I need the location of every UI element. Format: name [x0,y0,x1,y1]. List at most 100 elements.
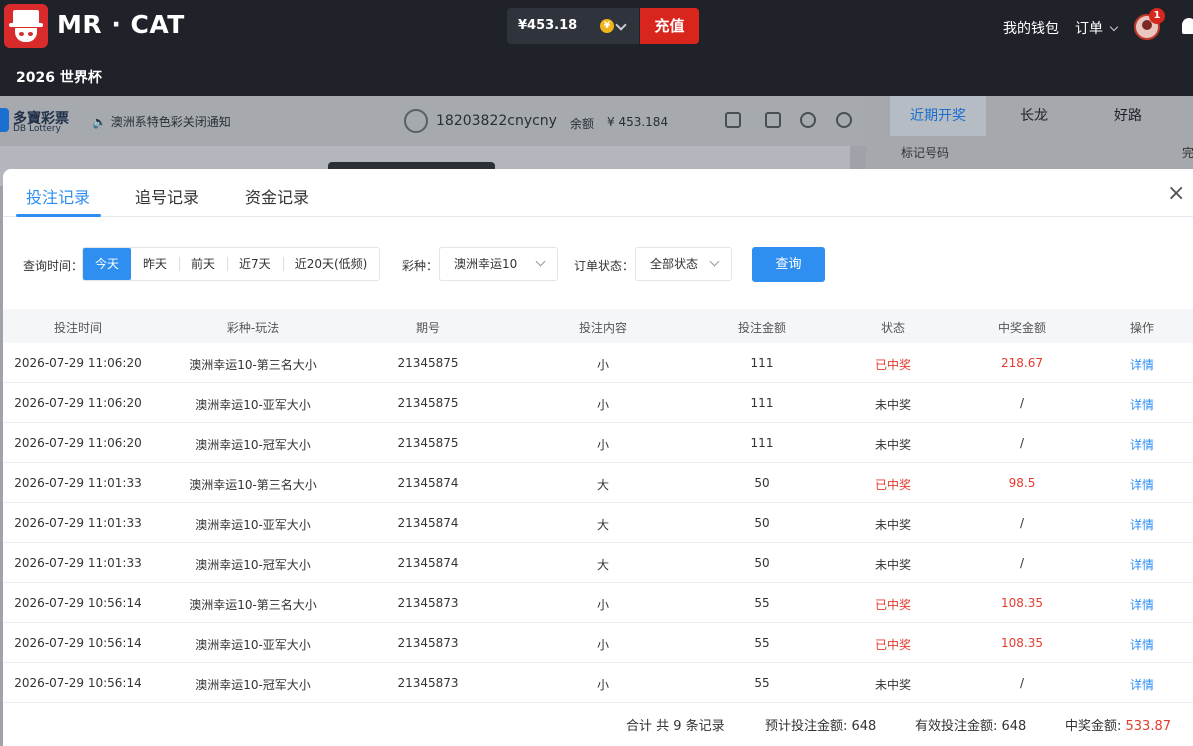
bookmark-icon[interactable] [725,112,741,128]
cell-bet-amount: 50 [754,516,770,530]
details-link[interactable]: 详情 [1130,556,1154,573]
details-link[interactable]: 详情 [1130,396,1154,413]
lottery-select[interactable]: 澳洲幸运10 [439,247,558,281]
details-link[interactable]: 详情 [1130,516,1154,533]
cell-bet-time: 2026-07-29 10:56:14 [14,596,142,610]
tab-good-road[interactable]: 好路 [1080,96,1176,136]
gear-icon[interactable] [800,112,816,128]
tab-chase-records[interactable]: 追号记录 [135,184,199,208]
mr-cat-logo[interactable] [4,4,48,48]
cell-bet-amount: 111 [750,356,774,370]
order-status-select[interactable]: 全部状态 [635,247,732,281]
cell-bet-content: 小 [596,678,610,692]
cell-issue: 21345874 [397,516,459,530]
cell-game-play: 澳洲幸运10-第三名大小 [189,358,317,372]
cell-status: 未中奖 [874,438,912,452]
col-issue: 期号 [415,321,441,335]
cell-bet-amount: 55 [754,676,770,690]
cell-issue: 21345873 [397,596,459,610]
details-link[interactable]: 详情 [1130,436,1154,453]
details-link[interactable]: 详情 [1130,476,1154,493]
cell-status: 未中奖 [874,678,912,692]
tab-recent-draws[interactable]: 近期开奖 [890,96,986,136]
summary-total: 合计 共 9 条记录 [626,719,725,734]
cell-bet-time: 2026-07-29 11:06:20 [14,436,142,450]
table-row: 2026-07-29 11:01:33 澳洲幸运10-第三名大小 21345874 大… [3,463,1193,503]
orders-menu[interactable]: 订单 [1075,18,1119,38]
cell-prize: 98.5 [1008,476,1036,490]
cell-bet-time: 2026-07-29 10:56:14 [14,636,142,650]
order-status-value: 全部状态 [650,257,699,271]
cell-status: 未中奖 [874,518,912,532]
mark-numbers-label[interactable]: 标记号码 [901,144,949,161]
details-link[interactable]: 详情 [1130,636,1154,653]
cell-status: 未中奖 [874,398,912,412]
lottery-toolbar: 多寶彩票 DB Lottery 🔈 澳洲系特色彩关闭通知 18203822cny… [0,96,866,146]
wallet-link[interactable]: 我的钱包 [1003,18,1059,38]
balance-amount: ¥453.18 [518,18,578,33]
bet-records-modal: 投注记录 追号记录 资金记录 × 查询时间： 今天 昨天 前天 近7天 近20天… [3,169,1193,746]
tab-bet-records[interactable]: 投注记录 [26,184,90,208]
details-link[interactable]: 详情 [1130,596,1154,613]
cell-status: 已中奖 [874,478,912,492]
top-header: MR · CAT ¥453.18 ¥ 充值 我的钱包 订单 1 2026 世界杯 [0,0,1193,96]
tab-long-dragon[interactable]: 长龙 [986,96,1082,136]
cell-bet-amount: 50 [754,556,770,570]
tab-fund-records[interactable]: 资金记录 [245,184,309,208]
edit-icon[interactable] [765,112,781,128]
cell-prize: 108.35 [1001,636,1043,650]
cell-game-play: 澳洲幸运10-冠军大小 [195,678,311,692]
time-option-20days[interactable]: 近20天(低频) [282,248,380,280]
notification-badge: 1 [1149,8,1165,24]
recharge-button[interactable]: 充值 [640,8,699,44]
col-status: 状态 [880,321,906,335]
cell-game-play: 澳洲幸运10-冠军大小 [195,558,311,572]
cell-status: 已中奖 [874,598,912,612]
cell-prize: / [1019,396,1025,410]
details-link[interactable]: 详情 [1130,676,1154,693]
table-row: 2026-07-29 10:56:14 澳洲幸运10-冠军大小 21345873 小 5… [3,663,1193,703]
query-time-label: 查询时间： [23,259,84,273]
lottery-subname: DB Lottery [13,124,61,134]
orders-label: 订单 [1075,21,1103,37]
cell-prize: / [1019,676,1025,690]
cell-prize: / [1019,556,1025,570]
summary-prize: 中奖金额: 533.87 [1065,719,1172,734]
query-button[interactable]: 查询 [752,247,825,282]
cell-bet-time: 2026-07-29 11:01:33 [14,476,142,490]
world-cup-nav[interactable]: 2026 世界杯 [16,67,102,87]
globe-icon[interactable] [836,112,852,128]
col-game-play: 彩种-玩法 [226,321,280,335]
cell-prize: / [1019,516,1025,530]
time-option-yesterday[interactable]: 昨天 [131,248,179,280]
cell-bet-amount: 111 [750,396,774,410]
time-option-day-before[interactable]: 前天 [179,248,227,280]
table-row: 2026-07-29 11:01:33 澳洲幸运10-亚军大小 21345874 大 5… [3,503,1193,543]
bell-icon[interactable] [1182,18,1193,34]
details-link[interactable]: 详情 [1130,356,1154,373]
col-prize: 中奖金额 [997,321,1047,335]
cell-bet-time: 2026-07-29 10:56:14 [14,676,142,690]
cell-status: 已中奖 [874,358,912,372]
cell-bet-content: 大 [596,558,610,572]
table-header: 投注时间 彩种-玩法 期号 投注内容 投注金额 状态 中奖金额 操作 [3,309,1193,343]
close-icon[interactable]: × [1167,181,1185,206]
cell-bet-content: 小 [596,438,610,452]
chevron-down-icon [709,256,720,267]
user-icon [404,109,428,133]
cell-issue: 21345873 [397,676,459,690]
table-row: 2026-07-29 11:01:33 澳洲幸运10-冠军大小 21345874 大 5… [3,543,1193,583]
balance-dropdown[interactable]: ¥453.18 ¥ [507,8,639,44]
cell-bet-content: 小 [596,638,610,652]
cell-issue: 21345873 [397,636,459,650]
cell-prize: 218.67 [1001,356,1043,370]
cell-bet-content: 小 [596,398,610,412]
time-option-today[interactable]: 今天 [83,248,132,280]
notice-text: 🔈 澳洲系特色彩关闭通知 [92,115,231,129]
cell-issue: 21345874 [397,476,459,490]
cell-bet-time: 2026-07-29 11:06:20 [14,356,142,370]
cell-game-play: 澳洲幸运10-亚军大小 [195,518,311,532]
time-option-7days[interactable]: 近7天 [227,248,283,280]
cell-game-play: 澳洲幸运10-冠军大小 [195,438,311,452]
cell-prize: 108.35 [1001,596,1043,610]
